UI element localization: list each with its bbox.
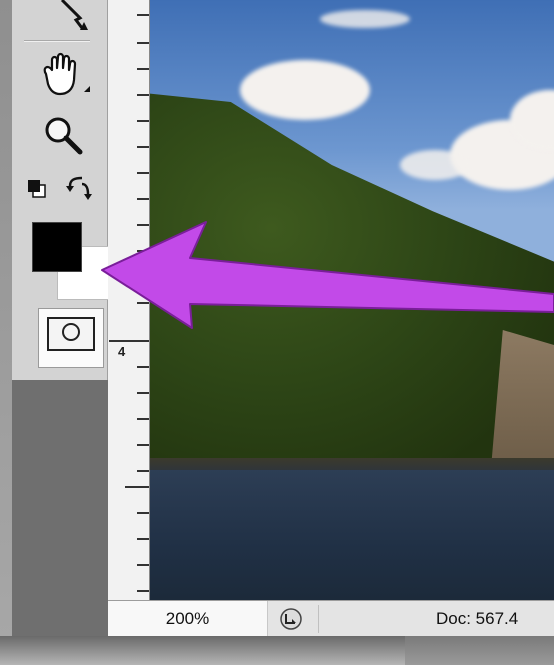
quick-mask-button[interactable] — [38, 308, 104, 368]
status-menu-icon[interactable] — [280, 608, 302, 630]
tool-divider — [24, 40, 90, 41]
window-bottom-shadow — [0, 636, 554, 665]
document-size-info[interactable]: Doc: 567.4 — [436, 601, 518, 637]
default-colors-icon[interactable] — [26, 178, 48, 200]
hand-icon[interactable] — [32, 52, 92, 100]
vertical-ruler[interactable]: 4 — [108, 0, 150, 600]
document-canvas[interactable] — [150, 0, 554, 600]
magnifier-icon[interactable] — [40, 114, 90, 158]
status-bar: 200% Doc: 567.4 — [108, 600, 554, 637]
ruler-label: 4 — [118, 344, 126, 359]
tools-panel-empty-area — [12, 380, 108, 636]
status-divider — [318, 605, 319, 633]
foreground-color-swatch[interactable] — [32, 222, 82, 272]
path-selection-tool-icon[interactable] — [54, 0, 98, 32]
tools-panel — [12, 0, 111, 380]
quick-mask-icon — [47, 317, 95, 351]
swap-arrows-icon[interactable] — [64, 174, 94, 204]
lake-water — [150, 470, 554, 600]
zoom-level-field[interactable]: 200% — [108, 601, 268, 637]
